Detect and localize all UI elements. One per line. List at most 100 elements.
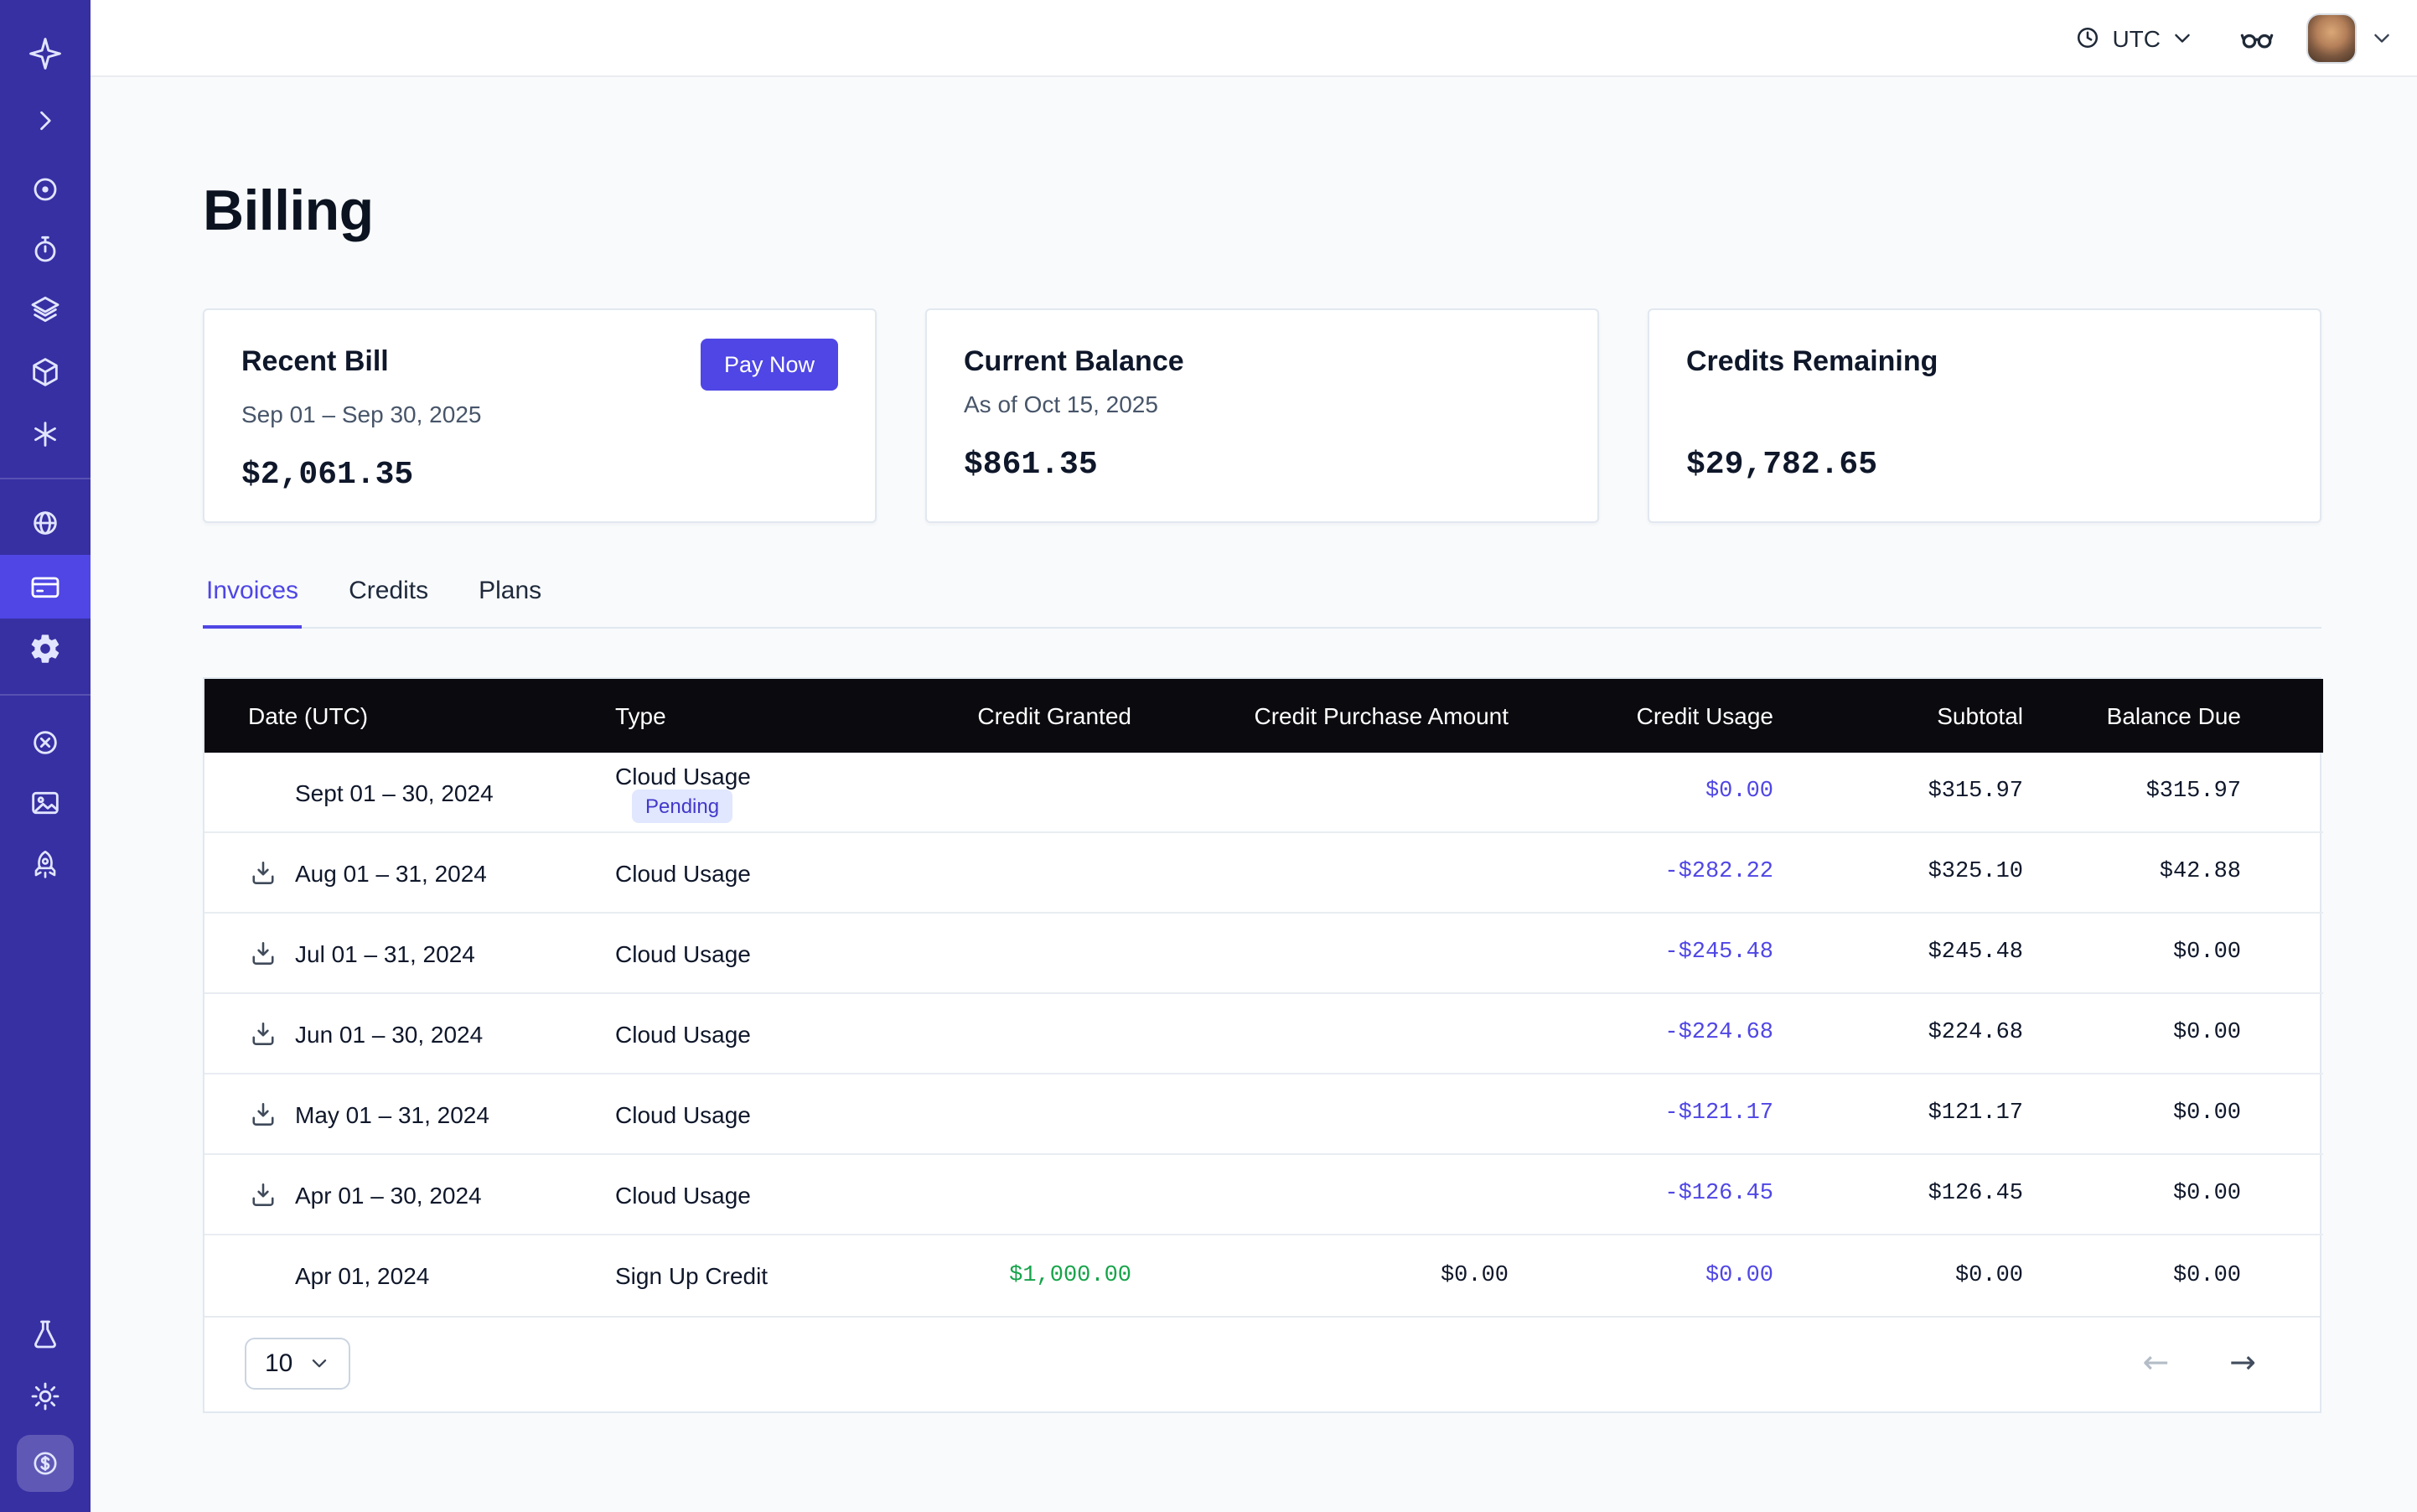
sidebar-collapse-toggle[interactable]: [0, 91, 91, 151]
sidebar-item-timer[interactable]: [0, 220, 91, 280]
download-invoice-button[interactable]: [248, 1100, 278, 1130]
sidebar-item-errors[interactable]: [0, 712, 91, 773]
cell-credit-purchase-amount: [1131, 914, 1509, 994]
card-amount: $861.35: [964, 446, 1560, 483]
invoice-row: Aug 01 – 31, 2024 Cloud Usage -$282.22 $…: [204, 833, 2323, 914]
sidebar-divider: [0, 478, 91, 479]
cell-credit-usage: $0.00: [1509, 753, 1773, 833]
sidebar-item-theme[interactable]: [0, 1366, 91, 1427]
download-invoice-button[interactable]: [248, 858, 278, 888]
sidebar-item-radar[interactable]: [0, 159, 91, 220]
download-invoice-button[interactable]: [248, 1019, 278, 1049]
cell-credit-granted: [867, 753, 1131, 833]
invoice-row: Jun 01 – 30, 2024 Cloud Usage -$224.68 $…: [204, 994, 2323, 1074]
cell-credit-granted: [867, 1074, 1131, 1155]
invoice-date: Aug 01 – 31, 2024: [295, 860, 487, 887]
cell-balance-due: $0.00: [2023, 1155, 2323, 1235]
avatar[interactable]: [2306, 13, 2357, 63]
download-invoice-button[interactable]: [248, 1180, 278, 1210]
cell-balance-due: $0.00: [2023, 994, 2323, 1074]
invoice-date: Jun 01 – 30, 2024: [295, 1021, 483, 1048]
timezone-selector[interactable]: UTC: [2073, 23, 2194, 52]
card-subtitle: Sep 01 – Sep 30, 2025: [241, 401, 838, 432]
cell-credit-purchase-amount: [1131, 753, 1509, 833]
glasses-button[interactable]: [2238, 18, 2276, 57]
sidebar-item-launch[interactable]: [0, 835, 91, 895]
timer-icon: [28, 233, 62, 267]
sidebar-item-settings[interactable]: [0, 619, 91, 679]
card-title: Credits Remaining: [1686, 344, 1938, 381]
sidebar-item-billing[interactable]: [0, 555, 91, 619]
cell-credit-purchase-amount: $0.00: [1131, 1235, 1509, 1316]
cell-subtotal: $245.48: [1773, 914, 2023, 994]
flask-icon: [28, 1318, 62, 1351]
sidebar-item-globe[interactable]: [0, 493, 91, 553]
cell-credit-granted: [867, 1155, 1131, 1235]
invoice-type: Cloud Usage: [615, 940, 751, 967]
sidebar-divider: [0, 694, 91, 696]
pay-now-button[interactable]: Pay Now: [701, 339, 838, 391]
cell-balance-due: $0.00: [2023, 914, 2323, 994]
cell-subtotal: $224.68: [1773, 994, 2023, 1074]
invoice-row: May 01 – 31, 2024 Cloud Usage -$121.17 $…: [204, 1074, 2323, 1155]
credit-card-icon: [28, 570, 62, 603]
download-icon: [248, 939, 278, 969]
prev-page-button[interactable]: ←: [2142, 1349, 2169, 1380]
target-icon: [28, 173, 62, 206]
cell-subtotal: $0.00: [1773, 1235, 2023, 1316]
invoice-type: Cloud Usage: [615, 1021, 751, 1048]
credits-remaining-card: Credits Remaining $29,782.65: [1648, 308, 2321, 523]
x-circle-icon: [28, 726, 62, 759]
tab-invoices[interactable]: Invoices: [203, 577, 302, 629]
column-header-credit-usage: Credit Usage: [1509, 679, 1773, 753]
cell-credit-usage: -$245.48: [1509, 914, 1773, 994]
sidebar-item-layers[interactable]: [0, 280, 91, 340]
cell-credit-purchase-amount: [1131, 994, 1509, 1074]
cell-credit-granted: [867, 994, 1131, 1074]
invoices-table: Date (UTC) Type Credit Granted Credit Pu…: [203, 677, 2321, 1413]
rocket-icon: [28, 848, 62, 882]
invoice-date: Jul 01 – 31, 2024: [295, 940, 475, 967]
dollar-coin-button: [17, 1435, 74, 1492]
sidebar-item-experiments[interactable]: [0, 1304, 91, 1364]
download-icon: [248, 1100, 278, 1130]
tab-credits[interactable]: Credits: [345, 577, 432, 627]
column-header-balance-due: Balance Due: [2023, 679, 2323, 753]
sidebar-item-screens[interactable]: [0, 773, 91, 833]
main-content: Billing Recent Bill Pay Now Sep 01 – Sep…: [91, 77, 2417, 1512]
user-menu-chevron-icon[interactable]: [2370, 26, 2394, 49]
globe-icon: [28, 506, 62, 540]
layers-icon: [28, 293, 62, 327]
recent-bill-card: Recent Bill Pay Now Sep 01 – Sep 30, 202…: [203, 308, 877, 523]
next-page-button[interactable]: →: [2229, 1349, 2256, 1380]
cell-credit-usage: -$126.45: [1509, 1155, 1773, 1235]
invoice-type: Cloud Usage: [615, 860, 751, 887]
gear-icon: [28, 632, 62, 665]
pending-badge: Pending: [632, 789, 732, 822]
rows-per-page-value: 10: [265, 1350, 292, 1379]
page-title: Billing: [203, 178, 2321, 246]
sidebar-item-asterisk[interactable]: [0, 404, 91, 464]
cell-subtotal: $126.45: [1773, 1155, 2023, 1235]
invoice-row: Apr 01 – 30, 2024 Cloud Usage -$126.45 $…: [204, 1155, 2323, 1235]
card-subtitle: As of Oct 15, 2025: [964, 391, 1560, 422]
sidebar-item-credits[interactable]: [0, 1433, 91, 1494]
rows-per-page-select[interactable]: 10: [245, 1339, 349, 1390]
column-header-credit-purchase-amount: Credit Purchase Amount: [1131, 679, 1509, 753]
download-icon: [248, 1019, 278, 1049]
table-header-row: Date (UTC) Type Credit Granted Credit Pu…: [204, 679, 2323, 753]
invoice-type: Cloud Usage: [615, 1101, 751, 1128]
cell-credit-usage: -$282.22: [1509, 833, 1773, 914]
cell-credit-usage: $0.00: [1509, 1235, 1773, 1316]
summary-cards: Recent Bill Pay Now Sep 01 – Sep 30, 202…: [203, 308, 2321, 523]
download-invoice-button[interactable]: [248, 939, 278, 969]
current-balance-card: Current Balance As of Oct 15, 2025 $861.…: [925, 308, 1599, 523]
sidebar-logo[interactable]: [0, 23, 91, 84]
invoice-date: May 01 – 31, 2024: [295, 1101, 489, 1128]
tab-plans[interactable]: Plans: [475, 577, 545, 627]
cell-credit-usage: -$121.17: [1509, 1074, 1773, 1155]
pagination: ← →: [2142, 1349, 2256, 1380]
image-icon: [28, 786, 62, 820]
sidebar-item-packages[interactable]: [0, 342, 91, 402]
glasses-icon: [2238, 18, 2276, 57]
